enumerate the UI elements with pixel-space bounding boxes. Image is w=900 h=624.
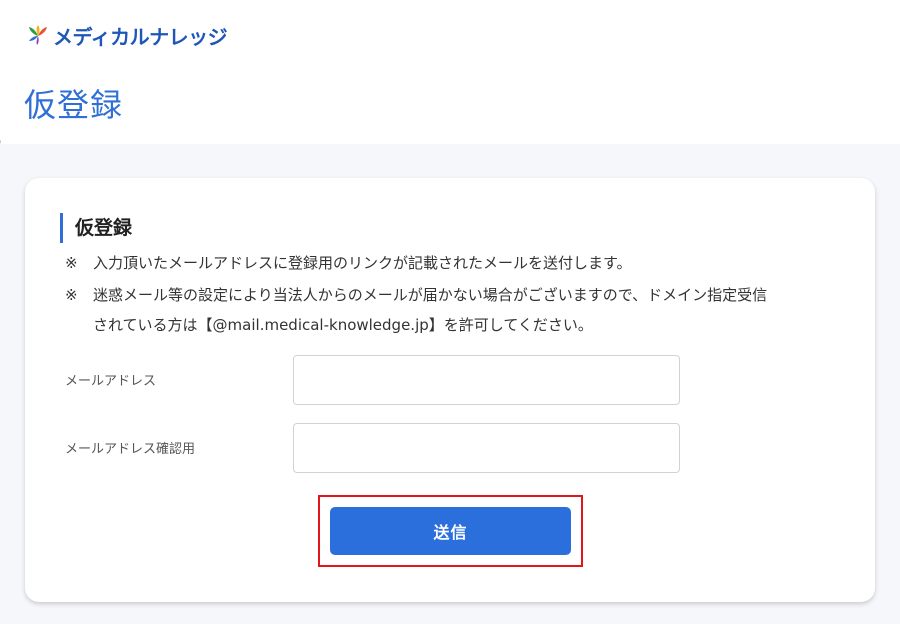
leaf-burst-logo-icon <box>29 25 47 45</box>
registration-card: 仮登録 ※ 入力頂いたメールアドレスに登録用のリンクが記載されたメールを送付します… <box>25 178 875 602</box>
note-mark: ※ <box>65 286 78 304</box>
site-logo[interactable]: メディカルナレッジ <box>26 20 228 50</box>
notice-text-3: されている方は【@mail.medical-knowledge.jp】を許可して… <box>93 316 593 334</box>
note-mark: ※ <box>65 254 78 272</box>
email-confirm-input[interactable] <box>293 423 680 473</box>
email-label: メールアドレス <box>65 374 157 389</box>
section-title: 仮登録 <box>60 213 132 243</box>
notice-text-2: 迷惑メール等の設定により当法人からのメールが届かない場合がございますので、ドメイ… <box>93 286 768 304</box>
notice-line-2: ※ 迷惑メール等の設定により当法人からのメールが届かない場合がございますので、ドメ… <box>65 280 767 310</box>
submit-button[interactable]: 送信 <box>330 507 571 555</box>
site-header: メディカルナレッジ 仮登録 <box>0 0 900 140</box>
email-confirm-label: メールアドレス確認用 <box>65 442 196 457</box>
email-input[interactable] <box>293 355 680 405</box>
logo-text: メディカルナレッジ <box>53 24 228 49</box>
notice-text-1: 入力頂いたメールアドレスに登録用のリンクが記載されたメールを送付します。 <box>93 254 632 272</box>
notice-line-1: ※ 入力頂いたメールアドレスに登録用のリンクが記載されたメールを送付します。 <box>65 248 632 278</box>
notice-line-2-continued: されている方は【@mail.medical-knowledge.jp】を許可して… <box>93 310 593 340</box>
page-title: 仮登録 <box>24 86 124 124</box>
